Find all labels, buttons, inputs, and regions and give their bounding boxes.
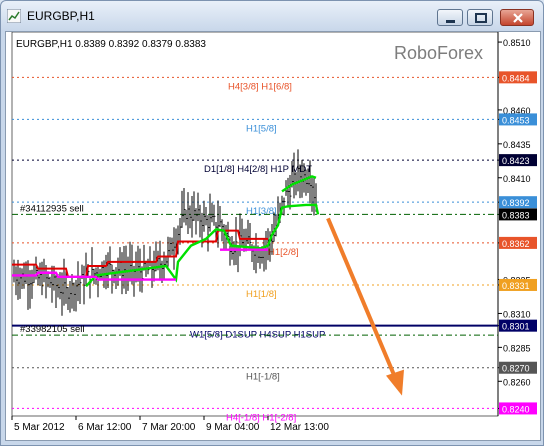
- restore-button[interactable]: [467, 9, 493, 26]
- terminal-window: EURGBP,H1 H4[3/8] H1[6/8] H1[5/8] D1[1/8] …: [0, 0, 544, 446]
- chart-icon: [7, 9, 21, 23]
- close-button[interactable]: [500, 9, 534, 26]
- title-bar[interactable]: EURGBP,H1: [1, 1, 543, 31]
- level-label: H1[5/8]: [246, 123, 277, 134]
- chart-area[interactable]: H4[3/8] H1[6/8] H1[5/8] D1[1/8] H4[2/8] H1…: [5, 31, 541, 441]
- price-tick-label: 0.8285: [503, 343, 531, 353]
- time-tick-label: 5 Mar 2012: [14, 422, 65, 433]
- chart-ohlc-header: EURGBP,H1 0.8389 0.8392 0.8379 0.8383: [16, 39, 206, 50]
- price-tag-label: 0.8362: [502, 239, 530, 249]
- level-label: H1[-1/8]: [246, 372, 280, 383]
- watermark-logo: RoboForex: [394, 43, 483, 63]
- price-tick-label: 0.8310: [503, 309, 531, 319]
- price-tick-label: 0.8510: [503, 38, 531, 48]
- level-label: H4[3/8] H1[6/8]: [228, 81, 292, 92]
- restore-icon: [475, 13, 487, 23]
- price-tick-label: 0.8260: [503, 377, 531, 387]
- forecast-arrow: [326, 217, 404, 396]
- price-tick-label: 0.8410: [503, 174, 531, 184]
- order-label: #33982105 sell: [20, 324, 84, 335]
- forecast-arrow-head: [386, 369, 404, 396]
- level-label: H1[1/8]: [246, 289, 277, 300]
- level-label: H1[3/8]: [246, 206, 277, 217]
- price-tag-label: 0.8331: [502, 281, 530, 291]
- price-tag-label: 0.8423: [502, 156, 530, 166]
- price-tag-label: 0.8383: [502, 210, 530, 220]
- window-title: EURGBP,H1: [27, 9, 95, 23]
- minimize-button[interactable]: [437, 9, 463, 26]
- level-label: H1[2/8]: [268, 247, 299, 258]
- price-tag-label: 0.8484: [502, 73, 530, 83]
- time-tick-label: 9 Mar 04:00: [206, 422, 260, 433]
- price-axis: 0.85100.84840.84600.84530.84350.84230.84…: [498, 38, 537, 415]
- price-chart[interactable]: H4[3/8] H1[6/8]H1[5/8]D1[1/8] H4[2/8] H1…: [6, 32, 540, 440]
- price-tick-label: 0.8435: [503, 140, 531, 150]
- minimize-icon: [446, 20, 455, 23]
- green-indicator-line-upper: [281, 175, 317, 193]
- price-tag-label: 0.8392: [502, 198, 530, 208]
- price-tag-label: 0.8270: [502, 364, 530, 374]
- time-tick-label: 6 Mar 12:00: [78, 422, 132, 433]
- time-tick-label: 7 Mar 20:00: [142, 422, 196, 433]
- price-tag-label: 0.8301: [502, 322, 530, 332]
- price-tag-label: 0.8240: [502, 404, 530, 414]
- time-tick-label: 12 Mar 13:00: [270, 422, 329, 433]
- order-label: #34112935 sell: [20, 203, 84, 214]
- price-tag-label: 0.8453: [502, 115, 530, 125]
- close-icon: [513, 13, 523, 23]
